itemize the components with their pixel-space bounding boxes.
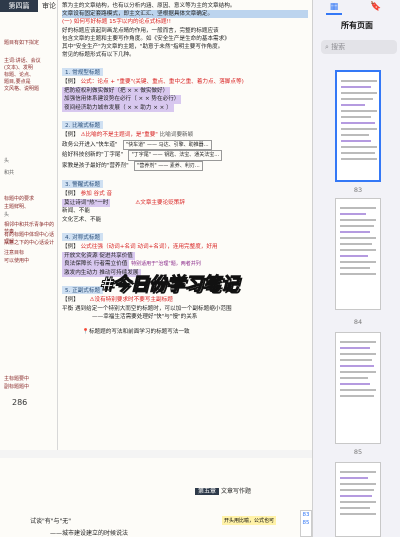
body-text: 好的标题应该起到画龙点睛的作用，一般而言，完整的标题应该 <box>62 27 219 34</box>
margin-note: 标题中的要求 <box>4 196 35 202</box>
sidebar-title: 所有页面 <box>341 21 373 30</box>
example-row: 家教是孩子最好的"营养剂" <box>62 162 129 169</box>
section-title: 3. 警醒式标题 <box>62 180 104 189</box>
synonym-tag: "营养剂" —— 素养、利刃… <box>134 160 203 172</box>
margin-note: 文风格、说明题 <box>4 86 40 92</box>
document-viewer[interactable]: 第四篇 审论 题目有如下拟定 主词:讲话、会议 (文本)、发明 标题、论点、 题… <box>0 0 312 537</box>
margin-note: 从意之下的中心话设计 <box>4 240 55 246</box>
example-label: 【例】 <box>62 79 79 86</box>
margin-note: 标题、论点、 <box>4 72 35 78</box>
side-note: 特别适用于"治理"题，两者并列 <box>131 261 201 268</box>
example-label: 【例】 <box>62 244 79 251</box>
example-row: 政务公开进入"快车道" <box>62 141 118 148</box>
thumbnail-label: 85 <box>353 448 363 456</box>
example-row: 莫让诗词"热"一时 <box>62 198 111 208</box>
margin-note: 头 <box>4 212 10 218</box>
current-page-number: 83 <box>302 512 310 518</box>
page-sidebar: ▦ 🔖 所有页面 ⌕ 搜索 83 84 85 <box>312 0 400 537</box>
part-subtitle: 审论 <box>42 2 56 10</box>
search-icon: ⌕ <box>325 43 329 51</box>
closing-note: 📍标题题的写法和前面学习的标题写法一致 <box>82 328 190 335</box>
body-text: 策为主的文章结构，也有以分析内涵、原因、意义等为主的文章结构。 <box>62 3 236 9</box>
margin-note: 注意目标 <box>4 250 25 256</box>
page-thumbnail[interactable] <box>335 462 381 537</box>
body-text: ——城市建设建立的时候说法 <box>50 530 129 537</box>
page-number: 286 <box>12 398 28 407</box>
example-label: 【例】 <box>62 132 79 139</box>
example-label: 【例】 <box>62 297 79 304</box>
bookmark-icon[interactable]: 🔖 <box>369 1 383 13</box>
example-row: 开放文化资源 促进共享价值 <box>62 251 135 261</box>
thumbnail-label: 84 <box>353 318 363 326</box>
example-label: 【例】 <box>62 191 79 198</box>
margin-note: 副标题题中 <box>4 384 30 390</box>
section-title: 5. 正副式标题 <box>62 286 104 295</box>
page-margin: 第四篇 审论 题目有如下拟定 主词:讲话、会议 (文本)、发明 标题、论点、 题… <box>0 0 58 450</box>
margin-note: 主题鲜明、 <box>4 204 30 210</box>
margin-note: 题目有如下拟定 <box>4 40 40 46</box>
section-title: 4. 对称式标题 <box>62 233 104 242</box>
page-thumbnail[interactable] <box>335 198 381 310</box>
sidebar-toolbar: ▦ 🔖 <box>313 0 400 15</box>
margin-note: 主标题要中 <box>4 376 30 382</box>
example-row: 夜间经济助力城市发展（ × × 助力 × × ） <box>62 103 174 113</box>
chapter-header: 第五章 文章写作题 <box>195 486 251 495</box>
next-document-page: 第五章 文章写作题 试谈"有"与"无" ——城市建设建立的时候说法 开头用比喻，… <box>0 458 312 537</box>
formula-note: 参加 谷式 音 <box>80 191 113 198</box>
example-row: 良法保障长 行者需立价值 <box>62 260 130 269</box>
chapter-number: 第五章 <box>195 488 220 495</box>
body-text: 试谈"有"与"无" <box>30 518 72 525</box>
selected-tab-indicator <box>326 13 342 15</box>
section-heading: (一) 如何写好标题 15字以内的论点式标题!! <box>62 19 172 26</box>
warning-note: ⚠没有特别要求时不要写主副标题 <box>89 297 173 304</box>
warning-note: ⚠文章主要论贬策辞 <box>135 199 185 206</box>
grid-view-icon[interactable]: ▦ <box>327 1 341 13</box>
example-row: 文化艺术、不能 <box>62 216 102 223</box>
body-text: 包含文章的主题和主要写作角度。如《安全生产是生命的基本需求》 <box>62 35 230 42</box>
page-thumbnail[interactable] <box>335 332 381 444</box>
section-title: 1. 常规型标题 <box>62 68 104 77</box>
sticky-note: 开头用比喻，公式也可 <box>222 516 277 525</box>
search-input[interactable]: ⌕ 搜索 <box>321 40 397 54</box>
margin-note: 主词:讲话、会议 <box>4 58 41 64</box>
page-thumbnail[interactable] <box>335 70 381 182</box>
warning-note: ⚠比喻的不是主题词，是"重要" <box>80 132 158 139</box>
example-row: 把防疫权利做实做好（把 × × 做实做好） <box>62 86 171 96</box>
body-text: 常见的标题形式有以下几种。 <box>62 52 135 59</box>
example-row: 加强信用体系建设势在必行（ × × 势在必行） <box>62 95 182 104</box>
side-note: 比喻词要新颖 <box>159 132 194 139</box>
synonym-tag: "丁字尾" —— 钥匙、法宝、通关法宝… <box>128 150 223 161</box>
page-indicator[interactable]: 83 85 <box>300 510 312 537</box>
section-title: 2. 比喻式标题 <box>62 121 104 130</box>
total-page-number: 85 <box>302 520 310 526</box>
formula-note: 公式：论点 + "重要"(关键、重点、重中之重、着力点、落脚点等) <box>80 79 244 86</box>
example-row: 平衡 遇到给定一个特别大而空的标题时，可以加一个副标题缩小范围 <box>62 305 232 312</box>
search-placeholder: 搜索 <box>331 43 346 51</box>
highlighted-text: 文章设有固定套路模式，即主文汇汇、坚根据具体文章确定。 <box>62 10 308 19</box>
overlay-caption: #今日份学习笔记 <box>100 274 240 296</box>
margin-note: 头 <box>4 158 10 164</box>
synonym-tag: "快车道" —— 马达、引擎、助推器… <box>122 139 212 151</box>
example-row: 新闻、不能 <box>62 208 90 215</box>
chapter-title: 文章写作题 <box>220 488 251 495</box>
example-row: ——幸福生活需要处理好"快"与"慢"的关系 <box>92 314 198 321</box>
document-page: 第四篇 审论 题目有如下拟定 主词:讲话、会议 (文本)、发明 标题、论点、 题… <box>0 0 312 450</box>
margin-note: (文本)、发明 <box>4 65 33 71</box>
formula-note: 公式往强（动词+名词 动词+名词），连用完整度，好用 <box>80 244 218 251</box>
part-tab: 第四篇 <box>0 0 38 12</box>
margin-note: 和共 <box>4 170 15 176</box>
body-text: 其中"安全生产"为文章的主题，"助意于未然"指明主要写作角度。 <box>62 44 224 51</box>
example-row: 给好科技创新的"丁字尾" <box>62 152 124 159</box>
margin-note: 可以使用中 <box>4 258 30 264</box>
thumbnail-label: 83 <box>353 186 363 194</box>
margin-note: 题目,要点是 <box>4 79 31 85</box>
